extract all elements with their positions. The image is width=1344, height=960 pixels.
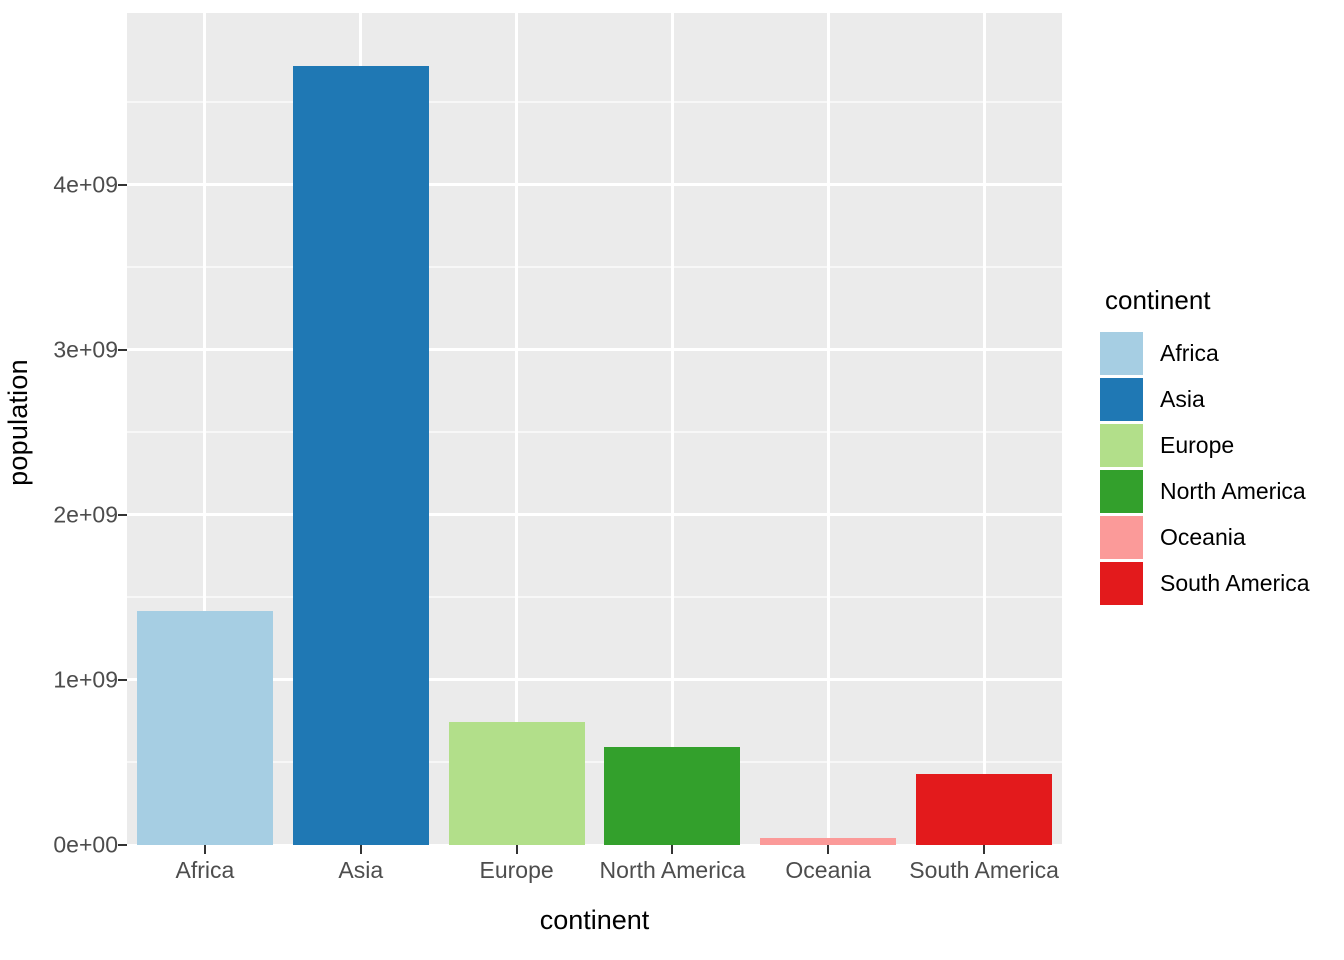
- bar: [292, 65, 429, 845]
- legend-swatch: [1100, 377, 1143, 421]
- legend-swatch: [1100, 561, 1143, 605]
- y-axis-title-text: population: [2, 359, 33, 486]
- gridline-major-horizontal: [127, 348, 1062, 352]
- gridline-major-horizontal: [127, 513, 1062, 517]
- legend-item: Europe: [1100, 422, 1310, 468]
- y-axis-tick-mark: [118, 513, 127, 516]
- bar: [916, 774, 1053, 845]
- y-axis-tick-mark: [118, 183, 127, 186]
- legend-label: Oceania: [1160, 523, 1246, 550]
- x-axis-tick-label: Asia: [338, 857, 384, 883]
- legend-swatch: [1100, 469, 1143, 513]
- gridline-major-vertical: [515, 13, 519, 845]
- legend-item: Africa: [1100, 330, 1310, 376]
- legend-item: North America: [1100, 468, 1310, 514]
- y-axis-tick-mark: [118, 678, 127, 681]
- legend-label: North America: [1160, 477, 1306, 504]
- legend-label: South America: [1160, 569, 1310, 596]
- legend-items: Africa Asia Europe North America Oceania Sout…: [1100, 330, 1310, 606]
- y-axis-tick-label: 1e+09: [53, 666, 118, 693]
- gridline-major-vertical: [670, 13, 674, 845]
- y-axis-tick-label: 3e+09: [53, 336, 118, 363]
- y-axis-tick-label: 4e+09: [53, 171, 118, 198]
- legend-swatch: [1100, 423, 1143, 467]
- legend-item: Asia: [1100, 376, 1310, 422]
- legend-item: South America: [1100, 560, 1310, 606]
- x-axis-tick-mark: [983, 845, 986, 854]
- x-axis-tick-label: Africa: [175, 857, 235, 883]
- x-axis-title: continent: [539, 905, 650, 935]
- bar: [448, 722, 585, 845]
- gridline-minor-horizontal: [127, 266, 1062, 269]
- x-axis-tick-mark: [827, 845, 830, 854]
- y-axis-tick-label: 2e+09: [53, 501, 118, 528]
- x-axis-tick-label: North America: [599, 857, 746, 883]
- bar: [760, 837, 897, 845]
- gridline-minor-horizontal: [127, 596, 1062, 599]
- gridline-major-vertical: [982, 13, 986, 845]
- legend-swatch: [1100, 515, 1143, 559]
- y-axis-tick-label: 0e+00: [53, 831, 118, 858]
- y-axis-tick-labels: 0e+00 1e+09 2e+09 3e+09 4e+09: [36, 0, 118, 857]
- y-axis-tick-mark: [118, 348, 127, 351]
- x-axis-tick-label: South America: [909, 857, 1059, 883]
- gridline-minor-horizontal: [127, 431, 1062, 434]
- y-axis-tick-mark: [118, 844, 127, 846]
- x-axis-tick-label: Oceania: [785, 857, 872, 883]
- legend-title: continent: [1105, 285, 1211, 315]
- bar-chart: population 0e+00 1e+09 2e+09 3e+09 4e+09 Afr…: [0, 0, 1344, 960]
- bar: [604, 746, 741, 845]
- gridline-major-vertical: [826, 13, 830, 845]
- legend-label: Africa: [1160, 339, 1219, 366]
- x-axis-tick-label: Europe: [479, 857, 554, 883]
- legend-swatch: [1100, 331, 1143, 375]
- bar: [136, 610, 273, 845]
- legend-label: Europe: [1160, 431, 1235, 458]
- legend-item: Oceania: [1100, 514, 1310, 560]
- gridline-minor-horizontal: [127, 101, 1062, 104]
- x-axis-tick-mark: [203, 845, 206, 854]
- x-axis-tick-mark: [671, 845, 674, 854]
- legend: continent Africa Asia Europe North America O…: [1100, 285, 1310, 606]
- gridline-major-horizontal: [127, 183, 1062, 187]
- legend-label: Asia: [1160, 385, 1205, 412]
- x-axis-tick-mark: [359, 845, 362, 854]
- y-axis-title: population: [0, 0, 36, 845]
- x-axis-tick-mark: [515, 845, 518, 854]
- plot-panel: [127, 13, 1062, 845]
